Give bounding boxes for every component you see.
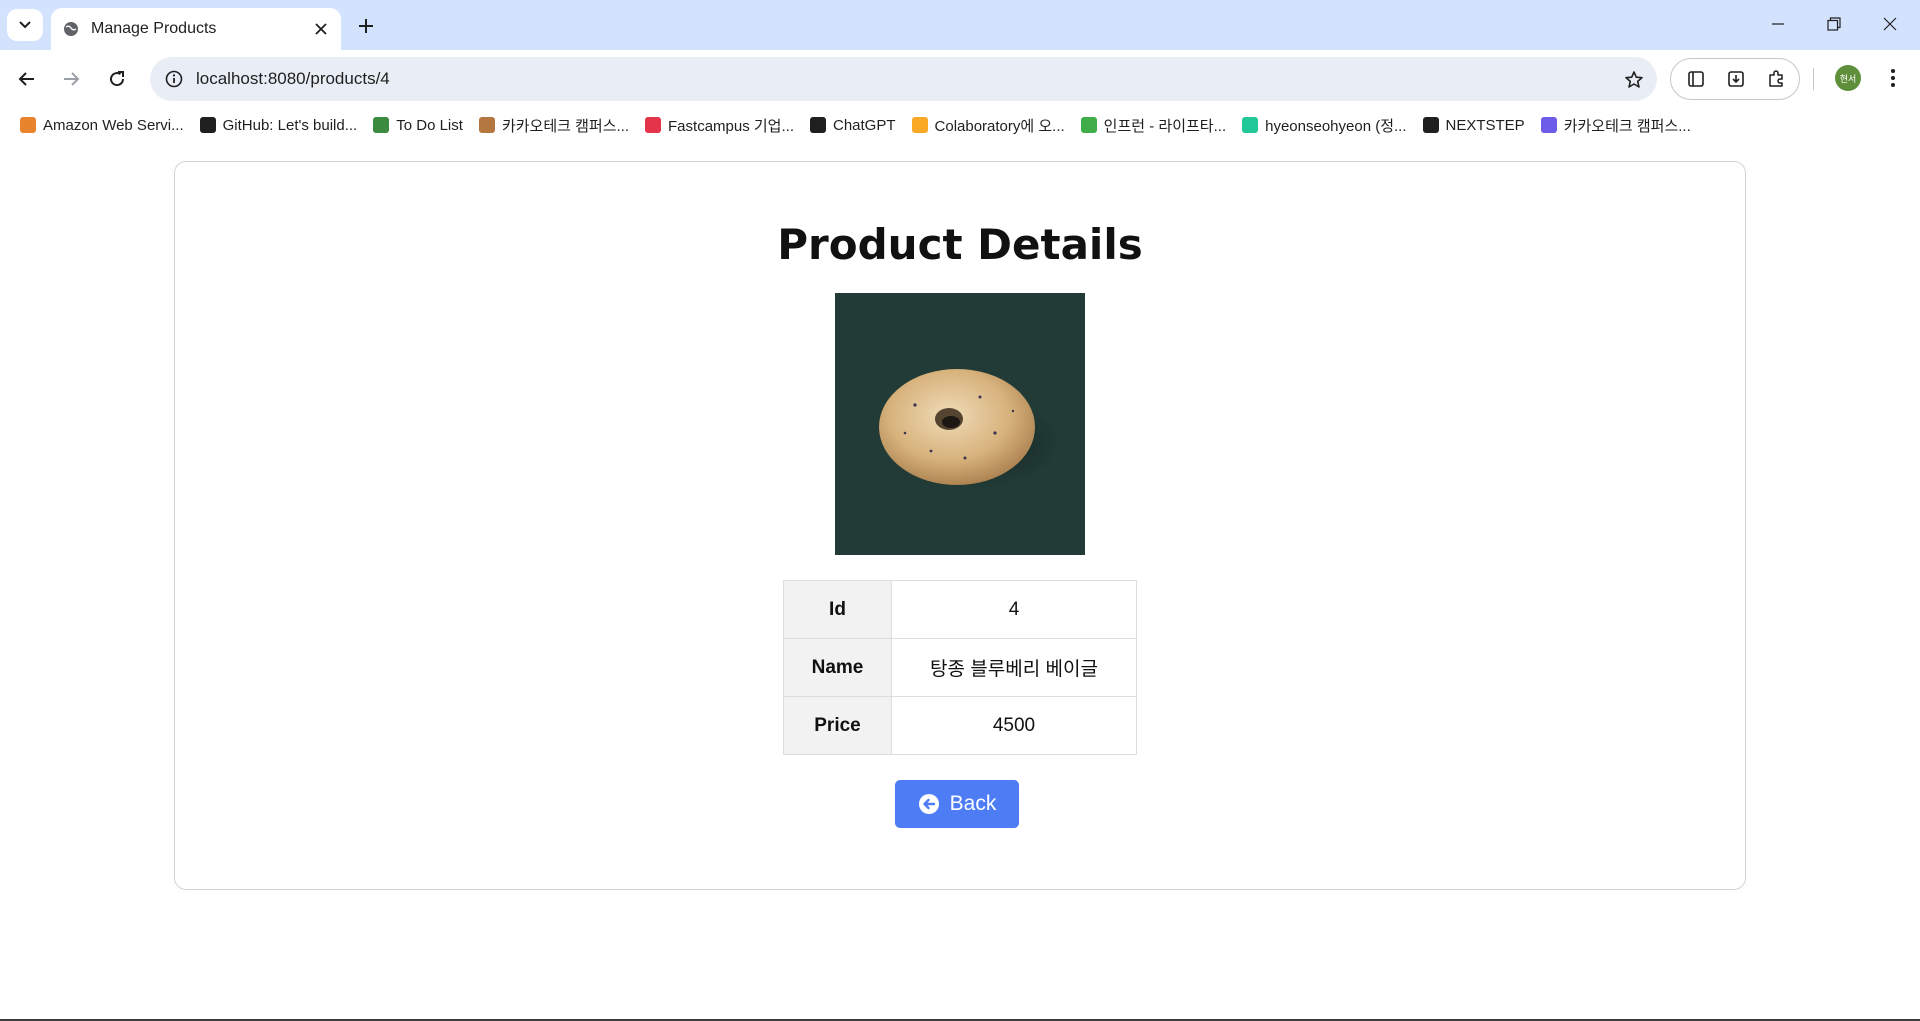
github-icon [199,117,216,133]
restore-button[interactable] [1806,0,1862,48]
back-button[interactable]: Back [895,780,1019,828]
bookmark-item[interactable]: Amazon Web Servi... [12,111,192,139]
bookmark-label: NEXTSTEP [1445,116,1525,134]
bookmarks-bar: Amazon Web Servi... GitHub: Let's build..… [0,108,1920,142]
row-label-name: Name [783,638,892,697]
bookmark-item[interactable]: Colaboratory에 오... [904,111,1073,139]
extensions-group [1670,58,1800,100]
bookmark-star-icon[interactable] [1619,65,1649,95]
bookmark-label: Fastcampus 기업... [668,117,794,135]
bookmark-item[interactable]: NEXTSTEP [1415,111,1533,139]
globe-icon [64,22,78,36]
new-tab-button[interactable] [350,10,382,42]
row-value-price: 4500 [891,696,1137,755]
arrow-right-icon [64,72,80,86]
download-icon[interactable] [1721,64,1751,94]
profile-avatar[interactable]: 현서 [1835,65,1861,91]
bookmark-label: Amazon Web Servi... [43,116,184,134]
bookmark-item[interactable]: 카카오테크 캠퍼스... [471,111,637,139]
product-details-table: Id 4 Name 탕종 블루베리 베이글 Price 4500 [783,580,1137,755]
arrow-circle-left-icon [918,794,939,814]
page-title: Product Details [777,220,1143,269]
back-button-label: Back [949,792,997,815]
reload-icon [110,71,125,87]
restore-icon [1827,17,1841,31]
velog-icon [1242,117,1259,133]
plus-icon [359,19,373,33]
puzzle-extension-icon[interactable] [1761,64,1791,94]
inflearn-icon [1080,117,1097,133]
kebab-menu-icon[interactable] [1878,63,1908,93]
bookmark-item[interactable]: To Do List [365,111,471,139]
reload-button[interactable] [100,62,134,96]
row-value-id: 4 [891,580,1137,639]
minimize-button[interactable] [1750,0,1806,48]
product-card: Product Details Id 4 Name 탕종 블루베리 베이글 Pr… [174,161,1746,890]
toolbar-divider [1813,68,1814,90]
bookmark-item[interactable]: ChatGPT [802,111,904,139]
tab-search-button[interactable] [7,9,43,41]
browser-toolbar: localhost:8080/products/4 현서 [0,50,1920,108]
bookmark-item[interactable]: GitHub: Let's build... [192,111,366,139]
bookmark-label: 카카오테크 캠퍼스... [1563,117,1691,135]
tab-title: Manage Products [91,20,217,37]
tab-strip: Manage Products [0,0,1920,50]
forward-nav-button[interactable] [54,62,88,96]
bookmark-item[interactable]: hyeonseohyeon (정... [1234,111,1414,139]
bookmark-item[interactable]: 인프런 - 라이프타... [1073,111,1234,139]
cookie-icon [478,117,495,133]
row-label-id: Id [783,580,892,639]
table-row: Id 4 [783,580,1137,639]
close-icon [1883,17,1897,31]
chatgpt-icon [809,117,826,133]
table-row: Name 탕종 블루베리 베이글 [783,638,1137,697]
url-text[interactable]: localhost:8080/products/4 [196,69,390,89]
kakao-campus-icon [1540,117,1557,133]
bookmark-item[interactable]: 카카오테크 캠퍼스... [1533,111,1699,139]
bookmark-label: To Do List [396,116,463,134]
close-tab-icon[interactable] [307,15,335,43]
chevron-down-icon [19,21,31,29]
bookmark-label: GitHub: Let's build... [222,116,358,134]
bookmark-label: ChatGPT [832,116,896,134]
bagel-image [879,369,1061,488]
bookmark-label: 인프런 - 라이프타... [1103,117,1227,135]
active-tab[interactable]: Manage Products [51,8,341,50]
reading-list-icon[interactable] [1681,64,1711,94]
bookmark-label: hyeonseohyeon (정... [1265,117,1407,135]
leaf-icon [373,117,390,133]
bookmark-item[interactable]: Fastcampus 기업... [637,111,802,139]
arrow-left-icon [18,72,34,86]
row-value-name: 탕종 블루베리 베이글 [891,638,1137,697]
fastcampus-icon [645,117,662,133]
aws-cube-icon [20,117,36,133]
bookmark-label: 카카오테크 캠퍼스... [501,117,630,135]
colab-icon [911,117,928,133]
bookmark-label: Colaboratory에 오... [934,117,1065,135]
row-label-price: Price [783,696,892,755]
product-image [835,293,1085,555]
minimize-icon [1772,23,1784,25]
close-window-button[interactable] [1862,0,1918,48]
back-nav-button[interactable] [10,62,44,96]
table-row: Price 4500 [783,696,1137,755]
address-bar[interactable]: localhost:8080/products/4 [150,57,1657,101]
nextstep-icon [1422,117,1439,133]
site-info-icon[interactable] [160,65,188,93]
